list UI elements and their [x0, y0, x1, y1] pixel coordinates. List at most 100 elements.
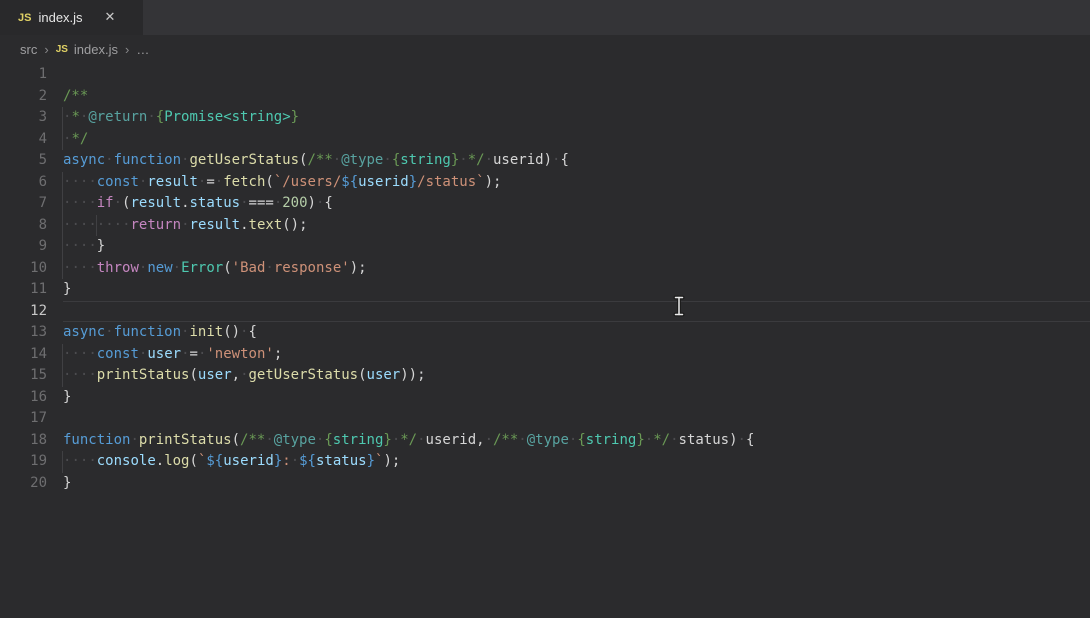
whitespace-dot: · [240, 367, 248, 383]
whitespace-dot: · [71, 453, 79, 469]
code-line[interactable]: 12 [0, 301, 1090, 323]
code-token: ( [223, 260, 231, 276]
code-line[interactable]: 6····const·result·=·fetch(`/users/${user… [0, 172, 1090, 194]
code-line[interactable]: 2/** [0, 86, 1090, 108]
code-token: } [63, 389, 71, 405]
code-token: status [190, 195, 241, 211]
code-token: { [392, 152, 400, 168]
line-number[interactable]: 7 [0, 193, 63, 215]
code-token: /** [307, 152, 332, 168]
line-number[interactable]: 20 [0, 473, 63, 495]
code-token: ( [358, 367, 366, 383]
breadcrumb-item-symbols[interactable]: … [136, 42, 149, 57]
code-token: { [324, 432, 332, 448]
whitespace-dot: · [130, 432, 138, 448]
code-token: throw [97, 260, 139, 276]
indent-guide [62, 258, 63, 280]
code-token: @return [88, 109, 147, 125]
line-number[interactable]: 18 [0, 430, 63, 452]
code-line[interactable]: 20} [0, 473, 1090, 495]
code-token: const [97, 174, 139, 190]
breadcrumb-item-src[interactable]: src [20, 42, 37, 57]
line-number[interactable]: 11 [0, 279, 63, 301]
code-line[interactable]: 3·*·@return·{Promise<string>} [0, 107, 1090, 129]
line-number[interactable]: 1 [0, 64, 63, 86]
tab-index-js[interactable]: JS index.js ✕ [0, 0, 143, 35]
code-token: )); [400, 367, 425, 383]
whitespace-dot: · [88, 238, 96, 254]
line-content: ····} [63, 236, 1090, 258]
code-token: /** [493, 432, 518, 448]
code-token: } [291, 109, 299, 125]
code-token: function [114, 152, 181, 168]
line-number[interactable]: 17 [0, 408, 63, 430]
code-token: = [190, 346, 198, 362]
line-number[interactable]: 14 [0, 344, 63, 366]
code-token: . [156, 453, 164, 469]
indent-guide [96, 215, 97, 237]
whitespace-dot: · [291, 453, 299, 469]
code-line[interactable]: 7····if·(result.status·===·200)·{ [0, 193, 1090, 215]
whitespace-dot: · [122, 217, 130, 233]
code-line[interactable]: 16} [0, 387, 1090, 409]
code-line[interactable]: 5async·function·getUserStatus(/**·@type·… [0, 150, 1090, 172]
whitespace-dot: · [265, 432, 273, 448]
code-editor[interactable]: 12/**3·*·@return·{Promise<string>}4·*/5a… [0, 64, 1090, 494]
code-line[interactable]: 13async·function·init()·{ [0, 322, 1090, 344]
code-token: { [156, 109, 164, 125]
line-number[interactable]: 15 [0, 365, 63, 387]
line-number[interactable]: 8 [0, 215, 63, 237]
whitespace-dot: · [114, 217, 122, 233]
code-token: @type [274, 432, 316, 448]
code-line[interactable]: 10····throw·new·Error('Bad·response'); [0, 258, 1090, 280]
line-content: ····const·result·=·fetch(`/users/${useri… [63, 172, 1090, 194]
line-number[interactable]: 9 [0, 236, 63, 258]
code-token: { [746, 432, 754, 448]
line-number[interactable]: 5 [0, 150, 63, 172]
code-token: user [198, 367, 232, 383]
code-token: { [248, 324, 256, 340]
close-icon[interactable]: ✕ [105, 11, 116, 24]
whitespace-dot: · [333, 152, 341, 168]
code-token: function [114, 324, 181, 340]
line-number[interactable]: 10 [0, 258, 63, 280]
whitespace-dot: · [265, 260, 273, 276]
code-token: return [131, 217, 182, 233]
whitespace-dot: · [105, 217, 113, 233]
code-line[interactable]: 17 [0, 408, 1090, 430]
indent-guide [62, 236, 63, 258]
code-token: userid, [426, 432, 485, 448]
code-line[interactable]: 18function·printStatus(/**·@type·{string… [0, 430, 1090, 452]
code-line[interactable]: 11} [0, 279, 1090, 301]
code-line[interactable]: 8········return·result.text(); [0, 215, 1090, 237]
code-token: { [560, 152, 568, 168]
code-token: /** [240, 432, 265, 448]
code-line[interactable]: 1 [0, 64, 1090, 86]
line-content: } [63, 473, 1090, 495]
code-token: ); [485, 174, 502, 190]
line-number[interactable]: 4 [0, 129, 63, 151]
indent-guide [62, 193, 63, 215]
code-token: ; [274, 346, 282, 362]
line-number[interactable]: 2 [0, 86, 63, 108]
code-line[interactable]: 14····const·user·=·'newton'; [0, 344, 1090, 366]
code-token: string [400, 152, 451, 168]
code-token: ); [383, 453, 400, 469]
indent-guide [62, 129, 63, 151]
breadcrumb-item-file[interactable]: index.js [74, 42, 118, 57]
line-number[interactable]: 16 [0, 387, 63, 409]
line-number[interactable]: 6 [0, 172, 63, 194]
code-line[interactable]: 19····console.log(`${userid}:·${status}`… [0, 451, 1090, 473]
line-number[interactable]: 19 [0, 451, 63, 473]
code-line[interactable]: 15····printStatus(user,·getUserStatus(us… [0, 365, 1090, 387]
code-line[interactable]: 9····} [0, 236, 1090, 258]
code-token: async [63, 152, 105, 168]
line-number[interactable]: 12 [0, 301, 63, 323]
line-content [63, 64, 1090, 86]
code-token: function [63, 432, 130, 448]
code-line[interactable]: 4·*/ [0, 129, 1090, 151]
line-number[interactable]: 3 [0, 107, 63, 129]
line-number[interactable]: 13 [0, 322, 63, 344]
tab-label: index.js [38, 10, 82, 25]
code-token: ); [350, 260, 367, 276]
